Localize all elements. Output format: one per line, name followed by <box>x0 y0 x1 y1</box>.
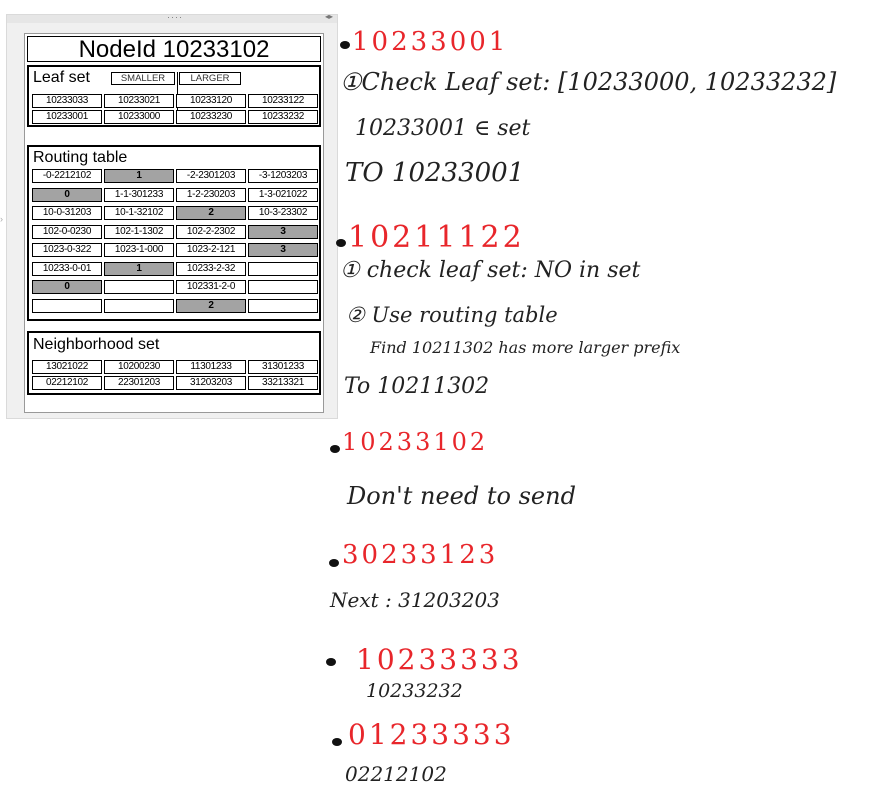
leaf-header-larger: LARGER <box>179 72 241 85</box>
leaf-set-cell: 10233122 <box>248 94 318 108</box>
leaf-header-smaller: SMALLER <box>111 72 175 85</box>
neighborhood-set-cell: 13021022 <box>32 360 102 374</box>
neighborhood-set-cell: 31203203 <box>176 376 246 390</box>
routing-table-cell: 10-0-31203 <box>32 206 102 220</box>
leaf-set-cell: 10233001 <box>32 110 102 124</box>
routing-table-cell: 1023-1-000 <box>104 243 174 257</box>
routing-table-cell: 1023-2-121 <box>176 243 246 257</box>
bullet-dot <box>332 738 342 746</box>
note5-key: 10233333 <box>356 643 523 676</box>
routing-table-cell: 102-1-1302 <box>104 224 174 239</box>
bullet-dot <box>330 445 340 453</box>
routing-table-cell: 1-3-021022 <box>248 187 318 202</box>
routing-table-cell: 10-1-32102 <box>104 206 174 220</box>
resize-arrows-icon[interactable]: ◂▸ <box>325 12 333 21</box>
note3-result: Don't need to send <box>347 482 576 510</box>
leaf-set-cell: 10233232 <box>248 110 318 124</box>
note6-result: 02212102 <box>345 762 447 786</box>
panel-title-bar[interactable]: ···· ◂▸ <box>7 12 337 23</box>
routing-table-cell: 2 <box>176 206 246 220</box>
routing-table-cell: 10233-0-01 <box>32 261 102 276</box>
note2-step2: ② Use routing table <box>346 303 558 327</box>
leaf-set-cell: 10233021 <box>104 94 174 108</box>
neighborhood-set-label: Neighborhood set <box>33 336 160 353</box>
routing-table-cell: 0 <box>32 187 102 202</box>
neighborhood-set-cell: 31301233 <box>248 360 318 374</box>
note2-step1: ① check leaf set: NO in set <box>340 258 641 283</box>
leaf-set-cell: 10233230 <box>176 110 246 124</box>
routing-table-cell <box>248 261 318 276</box>
note2-result: To 10211302 <box>344 374 490 399</box>
routing-table-cell: 0 <box>32 280 102 294</box>
note3-key: 10233102 <box>342 428 489 456</box>
neighborhood-set-section: Neighborhood set 13021022 10200230 1130123… <box>27 331 321 395</box>
routing-table-cell <box>104 298 174 313</box>
note1-member: 10233001 ∈ set <box>355 116 531 141</box>
routing-table-cell: 1023-0-322 <box>32 243 102 257</box>
neighborhood-set-cell: 02212102 <box>32 376 102 390</box>
side-handle-icon[interactable]: › <box>0 214 3 224</box>
routing-table-cell: 10233-2-32 <box>176 261 246 276</box>
leaf-set-section: Leaf set SMALLER LARGER 10233033 10233021… <box>27 65 321 127</box>
routing-table-cell <box>104 280 174 294</box>
note6-key: 01233333 <box>348 718 515 751</box>
routing-table-cell: -3-1203203 <box>248 169 318 183</box>
note1-key: 10233001 <box>352 27 509 57</box>
note1-step1: ①Check Leaf set: [10233000, 10233232] <box>340 68 837 96</box>
routing-table-cell: 3 <box>248 243 318 257</box>
bullet-dot <box>340 41 350 49</box>
routing-table-cell: 102331-2-0 <box>176 280 246 294</box>
routing-table-cell: 2 <box>176 298 246 313</box>
bullet-dot <box>329 559 339 567</box>
drag-grip-icon[interactable]: ···· <box>167 12 183 22</box>
leaf-set-cell: 10233033 <box>32 94 102 108</box>
neighborhood-set-cell: 10200230 <box>104 360 174 374</box>
leaf-set-cell: 10233000 <box>104 110 174 124</box>
routing-table-cell: -2-2301203 <box>176 169 246 183</box>
routing-table-cell: 1 <box>104 169 174 183</box>
routing-table-cell <box>248 280 318 294</box>
routing-table-cell <box>248 298 318 313</box>
routing-table-cell: 3 <box>248 224 318 239</box>
bullet-dot <box>326 658 336 666</box>
routing-table-cell: 1-1-301233 <box>104 187 174 202</box>
note5-result: 10233232 <box>366 680 463 702</box>
routing-table-cell <box>32 298 102 313</box>
neighborhood-set-cell: 33213321 <box>248 376 318 390</box>
note1-result: TO 10233001 <box>345 158 525 188</box>
node-state-figure: NodeId 10233102 Leaf set SMALLER LARGER … <box>24 33 324 413</box>
routing-table-cell: 1-2-230203 <box>176 187 246 202</box>
neighborhood-set-cell: 22301203 <box>104 376 174 390</box>
node-id-title: NodeId 10233102 <box>27 36 321 63</box>
routing-table-cell: 1 <box>104 261 174 276</box>
routing-table-section: Routing table -0-2212102 1 -2-2301203 -3-12… <box>27 145 321 321</box>
routing-table-cell: 10-3-23302 <box>248 206 318 220</box>
routing-table-label: Routing table <box>33 149 128 166</box>
neighborhood-set-cell: 11301233 <box>176 360 246 374</box>
routing-table-cell: 102-2-2302 <box>176 224 246 239</box>
routing-table-cell: 102-0-0230 <box>32 224 102 239</box>
note4-key: 30233123 <box>342 540 499 570</box>
note2-key: 10211122 <box>348 220 525 255</box>
routing-table-cell: -0-2212102 <box>32 169 102 183</box>
note2-find: Find 10211302 has more larger prefix <box>370 338 681 357</box>
leaf-set-label: Leaf set <box>33 69 90 86</box>
bullet-dot <box>336 239 346 247</box>
leaf-set-cell: 10233120 <box>176 94 246 108</box>
note4-result: Next : 31203203 <box>330 588 500 612</box>
